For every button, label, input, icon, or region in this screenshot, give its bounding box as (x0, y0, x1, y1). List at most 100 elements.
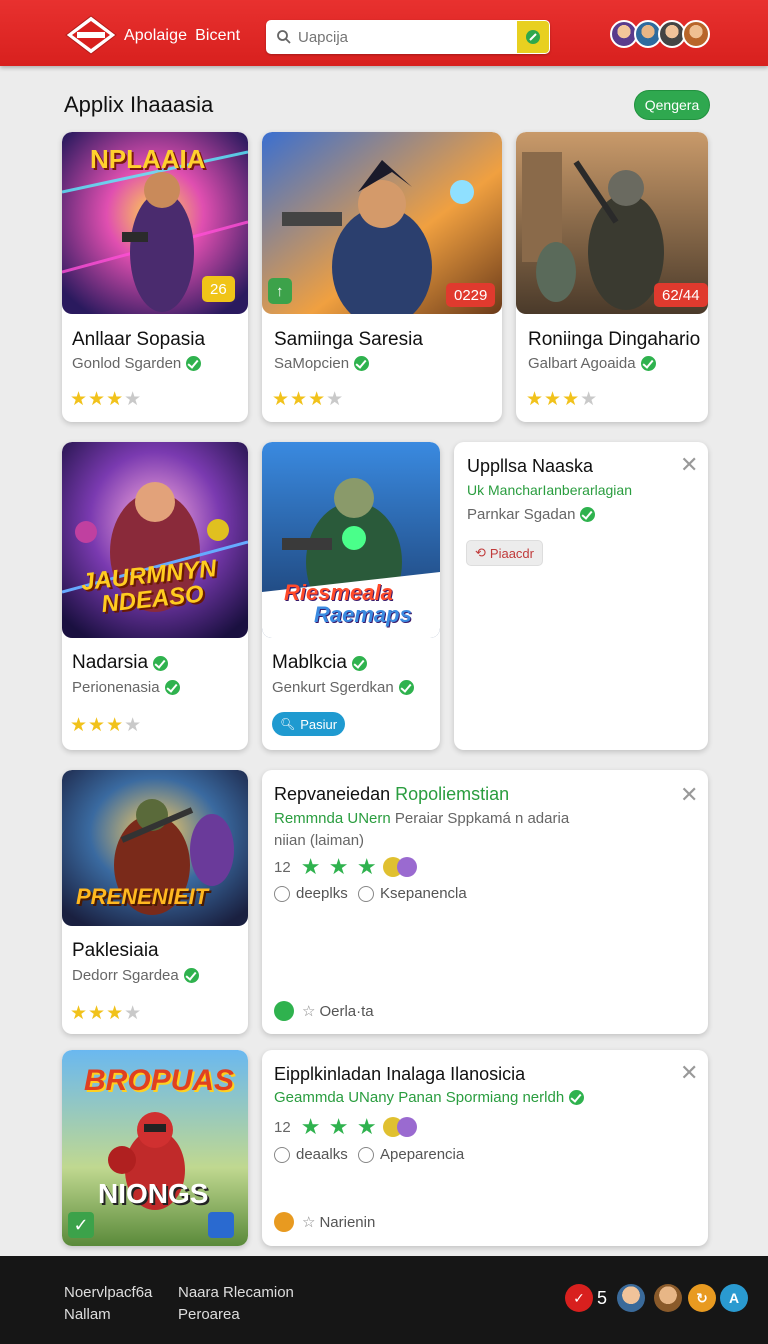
notification-count: 5 (597, 1288, 608, 1308)
game-title: Roniinga Dingahario (528, 329, 701, 350)
game-card[interactable]: ↑ 0229 Samiinga Saresia SaMopcien ★★★★ (262, 132, 502, 422)
settings-icon[interactable]: ↻ (688, 1284, 716, 1312)
toggle-icon[interactable] (208, 1212, 234, 1238)
level-badge: 0229 (446, 283, 496, 307)
footer-link[interactable]: Naara Rlecamion (178, 1284, 294, 1301)
detail-title: Uppllsa Naaska (467, 456, 594, 476)
radio-icon (274, 885, 290, 902)
radio-icon (358, 885, 374, 902)
verified-icon (354, 356, 370, 371)
detail-tagline: Uk MancharIanberarlagian (467, 482, 632, 498)
rating-stars: ★★★★ (70, 389, 143, 410)
go-icon (526, 30, 540, 44)
rating-stars: ★★★★ (526, 389, 599, 410)
rating-stars: ★★★★ (70, 715, 143, 736)
footer-link[interactable]: Peroarea (178, 1306, 240, 1323)
option-radio[interactable]: Ksepanencla (358, 885, 467, 902)
detail-subtitle: Remmnda UNern Peraiar Sppkamá n adaria (274, 810, 570, 827)
game-card[interactable]: PRENENIEIT Paklesiaia Dedorr Sgardea ★★★… (62, 770, 248, 1034)
game-title-row: Mablkcia (272, 652, 367, 674)
verified-icon (164, 680, 180, 695)
game-title-row: Nadarsia (72, 652, 169, 674)
radio-icon (274, 1146, 290, 1163)
rating-stars: ★★★★ (70, 1003, 143, 1024)
game-card[interactable]: Riesmeala Raemaps Mablkcia Genkurt Sgerdk… (262, 442, 440, 750)
detail-footer[interactable]: ☆ Oerla·ta (274, 1001, 374, 1021)
emoji-icon (396, 1117, 417, 1137)
brand-name: Apolaige Bicent (124, 27, 241, 44)
avatar[interactable] (654, 1284, 682, 1312)
footer-link[interactable]: Nallam (64, 1306, 111, 1323)
game-title: Anllaar Sopasia (72, 329, 206, 350)
page-title: Applix Ihaaasia (64, 92, 214, 117)
refresh-icon (274, 1001, 294, 1021)
game-card[interactable]: 62/44 Roniinga Dingahario Galbart Agoaid… (516, 132, 708, 422)
game-art: JAURMNYN NDEASO (62, 442, 248, 638)
verified-icon (183, 968, 199, 983)
level-badge: 26 (202, 276, 235, 302)
detail-rating: 12 ★ ★ ★ (274, 1114, 417, 1140)
level-badge: 62/44 (654, 283, 708, 307)
play-button[interactable]: 🔍︎ Pasiur (272, 712, 346, 736)
game-art: NPLAAIA 26 (62, 132, 248, 314)
friends-avatars[interactable] (610, 20, 710, 48)
verified-icon (186, 356, 202, 371)
emoji-icon (396, 857, 417, 877)
close-icon[interactable]: ✕ (680, 454, 698, 476)
section-action-button[interactable]: Qengera (634, 90, 710, 120)
search-icon (277, 30, 291, 44)
game-card[interactable]: BROPUAS NIONGS ✓ (62, 1050, 248, 1246)
star-outline-icon: ☆ (302, 1214, 316, 1231)
game-card[interactable]: NPLAAIA 26 Anllaar Sopasia Gonlod Sgarde… (62, 132, 248, 422)
game-art-title: Riesmeala Raemaps (284, 580, 412, 627)
detail-title: Eipplkinladan Inalaga Ilanosicia (274, 1064, 526, 1084)
detail-rating: 12 ★ ★ ★ (274, 854, 417, 880)
profile-icon[interactable]: A (720, 1284, 748, 1312)
game-developer: SaMopcien (274, 355, 370, 372)
verified-icon (398, 680, 414, 695)
footer-link[interactable]: Noervlpacf6a (64, 1284, 152, 1301)
game-art-title: NPLAAIA (90, 144, 206, 174)
verified-icon (153, 655, 169, 671)
tag-chip[interactable]: ⟲ Piaacdr (466, 540, 543, 566)
game-art-subtitle: NIONGS (98, 1178, 209, 1209)
detail-footer[interactable]: ☆ Narienin (274, 1212, 375, 1232)
game-developer: Dedorr Sgardea (72, 967, 199, 984)
verified-icon (640, 356, 656, 371)
avatar[interactable] (682, 20, 710, 48)
verified-icon (351, 655, 367, 671)
bottom-bar: Noervlpacf6a Nallam Naara Rlecamion Pero… (0, 1256, 768, 1344)
brand-logo[interactable] (64, 14, 118, 56)
top-bar: Apolaige Bicent (0, 0, 768, 66)
verified-icon (580, 507, 596, 522)
option-radio[interactable]: deeplks (274, 885, 348, 902)
detail-card[interactable]: Eipplkinladan Inalaga Ilanosicia ✕ Geamm… (262, 1050, 708, 1246)
detail-card[interactable]: Repvaneiedan Ropoliemstian ✕ Remmnda UNe… (262, 770, 708, 1034)
game-title: Paklesiaia (72, 940, 159, 961)
option-radio[interactable]: deaalks (274, 1146, 348, 1163)
tag-icon: ⟲ (475, 545, 486, 560)
detail-developer: Parnkar Sgadan (467, 506, 596, 523)
radio-icon (358, 1146, 374, 1163)
game-developer: Genkurt Sgerdkan (272, 679, 414, 696)
game-art: 62/44 (516, 132, 708, 314)
coin-icon (274, 1212, 294, 1232)
game-art: BROPUAS NIONGS ✓ (62, 1050, 248, 1246)
detail-subtitle: Geammda UNany Panan Spormiang nerldh (274, 1089, 585, 1106)
close-icon[interactable]: ✕ (680, 1062, 698, 1084)
search-bar[interactable] (266, 20, 550, 54)
option-radio[interactable]: Apeparencia (358, 1146, 464, 1163)
rating-stars: ★★★★ (272, 389, 345, 410)
avatar[interactable] (617, 1284, 645, 1312)
search-input[interactable] (298, 28, 517, 46)
detail-card[interactable]: Uppllsa Naaska ✕ Uk MancharIanberarlagia… (454, 442, 708, 750)
game-card[interactable]: JAURMNYN NDEASO Nadarsia Perionenasia ★★★… (62, 442, 248, 750)
search-icon: 🔍︎ (280, 717, 296, 731)
check-icon[interactable]: ✓ (68, 1212, 94, 1238)
detail-subtitle-line2: niian (laiman) (274, 832, 365, 849)
search-submit-button[interactable] (517, 21, 549, 53)
notification-icon[interactable]: ✓ (565, 1284, 593, 1312)
star-outline-icon: ☆ (302, 1003, 316, 1020)
close-icon[interactable]: ✕ (680, 784, 698, 806)
verified-icon (569, 1090, 585, 1105)
